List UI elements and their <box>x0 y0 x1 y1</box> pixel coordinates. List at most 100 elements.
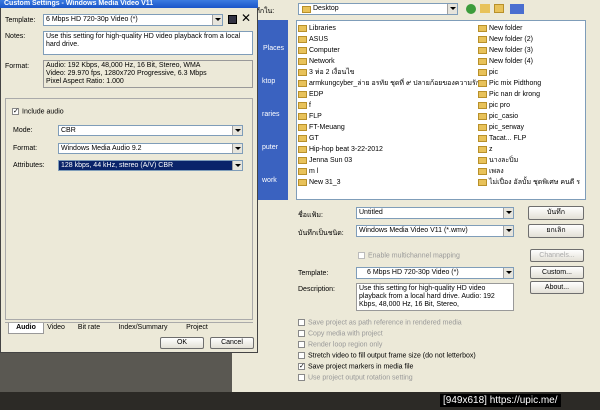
option-checkbox[interactable] <box>298 341 305 348</box>
file-item[interactable]: armkungcyber_ล่าย อรทัย ชุดที่ ๙ ปลายก้อ… <box>298 79 480 89</box>
filename-input[interactable]: Untitled <box>356 207 514 219</box>
file-item[interactable]: pic <box>478 68 498 78</box>
file-item[interactable]: 3 ห่อ 2 เงื่อนไข <box>298 68 355 78</box>
option-label: Save project as path reference in render… <box>308 319 462 327</box>
render-option[interactable]: Save project markers in media file <box>298 363 413 370</box>
file-item[interactable]: pic_serway <box>478 123 524 133</box>
places-item[interactable]: Places <box>263 45 284 52</box>
save-template-icon[interactable] <box>228 15 237 24</box>
file-item[interactable]: New 31_3 <box>298 178 341 188</box>
file-item[interactable]: m l <box>298 167 318 177</box>
toolbar-icons <box>466 4 530 14</box>
folder-icon <box>298 46 307 54</box>
file-item[interactable]: New folder (2) <box>478 35 533 45</box>
file-item[interactable]: Hip-hop beat 3-22-2012 <box>298 145 383 155</box>
channels-button[interactable]: Channels... <box>530 249 584 262</box>
cancel-button[interactable]: ยกเลิก <box>528 224 584 238</box>
file-item[interactable]: Tacat... FLP <box>478 134 526 144</box>
mode-label: Mode: <box>13 127 33 134</box>
file-item[interactable]: f <box>298 101 311 111</box>
location-value: Desktop <box>313 5 339 12</box>
file-item[interactable]: Pic mix Pidthong <box>478 79 541 89</box>
audio-format-dropdown[interactable]: Windows Media Audio 9.2 <box>58 143 243 154</box>
about-button[interactable]: About... <box>530 281 584 294</box>
file-item[interactable]: New folder (3) <box>478 46 533 56</box>
render-option[interactable]: Save project as path reference in render… <box>298 319 462 326</box>
save-button[interactable]: บันทึก <box>528 206 584 220</box>
dialog-cancel-button[interactable]: Cancel <box>210 337 254 349</box>
file-name: Computer <box>309 47 340 54</box>
attributes-dropdown[interactable]: 128 kbps, 44 kHz, stereo (A/V) CBR <box>58 160 243 171</box>
dialog-titlebar[interactable]: Custom Settings - Windows Media Video V1… <box>0 0 258 8</box>
file-item[interactable]: pic pro <box>478 101 510 111</box>
option-checkbox[interactable] <box>298 374 305 381</box>
folder-icon <box>298 145 307 153</box>
tab-index-summary[interactable]: Index/Summary <box>110 323 176 333</box>
save-as-type-dropdown[interactable]: Windows Media Video V11 (*.wmv) <box>356 225 514 237</box>
places-item[interactable]: puter <box>262 144 278 151</box>
include-audio-checkbox[interactable] <box>12 108 19 115</box>
file-item[interactable]: Libraries <box>298 24 336 34</box>
option-label: Use project output rotation setting <box>308 374 413 382</box>
description-label: Description: <box>298 286 335 293</box>
folder-icon <box>478 57 487 65</box>
multichannel-checkbox[interactable] <box>358 252 365 259</box>
option-checkbox[interactable] <box>298 352 305 359</box>
dialog-template-dropdown[interactable]: 6 Mbps HD 720-30p Video (*) <box>43 14 223 26</box>
file-item[interactable]: Computer <box>298 46 340 56</box>
file-item[interactable]: New folder <box>478 24 522 34</box>
places-item[interactable]: ktop <box>262 78 275 85</box>
attributes-label: Attributes: <box>13 162 45 169</box>
notes-box[interactable]: Use this setting for high-quality HD vid… <box>43 31 253 55</box>
tab-project[interactable]: Project <box>180 323 214 333</box>
render-option[interactable]: Use project output rotation setting <box>298 374 413 381</box>
file-item[interactable]: นางละปิ่ม <box>478 156 518 166</box>
desktop-icon <box>302 6 311 13</box>
file-item[interactable]: GT <box>298 134 319 144</box>
option-label: Save project markers in media file <box>308 363 414 371</box>
option-checkbox[interactable] <box>298 330 305 337</box>
back-icon[interactable] <box>466 4 476 14</box>
file-item[interactable]: เพลง <box>478 167 504 177</box>
file-name: Tacat... FLP <box>489 135 527 142</box>
file-item[interactable]: pic_casio <box>478 112 518 122</box>
ok-button[interactable]: OK <box>160 337 204 349</box>
render-option[interactable]: Render loop region only <box>298 341 382 348</box>
tab-audio[interactable]: Audio <box>8 323 44 334</box>
mode-dropdown[interactable]: CBR <box>58 125 243 136</box>
option-label: Copy media with project <box>308 330 383 338</box>
up-folder-icon[interactable] <box>480 4 490 13</box>
delete-template-icon[interactable]: ✕ <box>241 12 251 24</box>
places-item[interactable]: raries <box>262 111 280 118</box>
tab-bit-rate[interactable]: Bit rate <box>72 323 106 333</box>
file-item[interactable]: EDP <box>298 90 323 100</box>
view-menu-icon[interactable] <box>510 4 524 14</box>
render-option[interactable]: Stretch video to fill output frame size … <box>298 352 476 359</box>
render-option[interactable]: Copy media with project <box>298 330 383 337</box>
file-item[interactable]: ไม่เปื่อง อัลบั้ม ชุดพิเศษ คนดี ร <box>478 178 580 188</box>
file-item[interactable]: ASUS <box>298 35 328 45</box>
tab-video[interactable]: Video <box>42 323 70 333</box>
file-item[interactable]: New folder (4) <box>478 57 533 67</box>
folder-icon <box>478 123 487 131</box>
multichannel-option[interactable]: Enable multichannel mapping <box>358 252 460 259</box>
file-item[interactable]: Pic nan dr krong <box>478 90 540 100</box>
custom-button[interactable]: Custom... <box>530 266 584 279</box>
file-name: armkungcyber_ล่าย อรทัย ชุดที่ ๙ ปลายก้อ… <box>309 80 480 87</box>
template-dropdown[interactable]: 6 Mbps HD 720-30p Video (*) <box>356 267 514 279</box>
file-name: Pic mix Pidthong <box>489 80 542 87</box>
file-item[interactable]: FLP <box>298 112 322 122</box>
option-checkbox[interactable] <box>298 319 305 326</box>
filename-label: ชื่อแฟ้ม: <box>298 212 323 219</box>
location-dropdown[interactable]: Desktop <box>298 3 458 15</box>
file-item[interactable]: FT-Meuang <box>298 123 345 133</box>
places-item[interactable]: work <box>262 177 277 184</box>
new-folder-icon[interactable] <box>494 4 504 13</box>
file-name: Hip-hop beat 3-22-2012 <box>309 146 383 153</box>
file-item[interactable]: z <box>478 145 493 155</box>
file-item[interactable]: Jenna Sun 03 <box>298 156 352 166</box>
file-item[interactable]: Network <box>298 57 335 67</box>
option-checkbox[interactable] <box>298 363 305 370</box>
folder-icon <box>478 68 487 76</box>
include-audio-option[interactable]: Include audio <box>12 108 64 115</box>
